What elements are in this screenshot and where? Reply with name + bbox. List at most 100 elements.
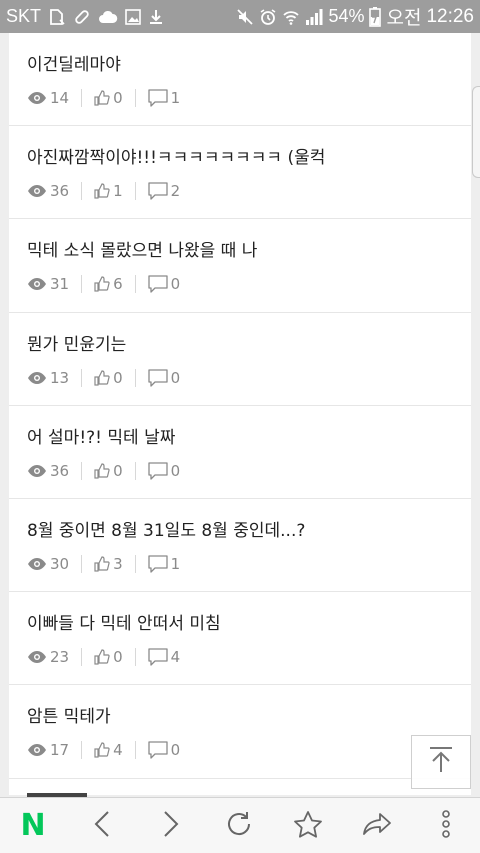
comment-count: 2: [170, 182, 181, 201]
post-item[interactable]: 이건딜레마야 14 0 1: [9, 33, 471, 127]
chevron-left-icon: [94, 810, 110, 842]
carrier-label: SKT: [6, 6, 42, 26]
post-meta: 31 6 0: [27, 274, 453, 294]
alarm-icon: [259, 8, 277, 26]
status-bar: SKT 54% 오전 12:26: [0, 0, 480, 33]
post-item[interactable]: 뭔가 민윤기는 13 0 0: [9, 313, 471, 406]
divider: [81, 368, 83, 387]
view-count: 14: [50, 89, 70, 107]
back-button[interactable]: [77, 798, 127, 853]
comment-count: 1: [170, 554, 181, 573]
more-vertical-icon: [441, 810, 451, 842]
thumbs-up-icon: [94, 556, 110, 572]
divider: [81, 461, 83, 480]
post-title[interactable]: 뭔가 민윤기는: [27, 334, 453, 356]
eye-icon: [27, 464, 47, 478]
battery-percent: 54%: [328, 6, 365, 26]
like-count: 0: [113, 461, 123, 480]
browser-toolbar: N: [0, 797, 480, 853]
divider: [134, 461, 136, 480]
comment-count: 0: [170, 741, 181, 760]
thumbs-up-icon: [94, 649, 110, 665]
time-prefix: 오전: [386, 8, 422, 29]
like-count: 1: [113, 182, 123, 201]
like-count: 0: [113, 368, 123, 387]
divider: [134, 741, 136, 760]
eye-icon: [27, 371, 47, 385]
comment-count: 0: [170, 368, 181, 387]
comment-count: 0: [170, 461, 181, 480]
comment-icon: [147, 89, 168, 107]
divider: [81, 89, 83, 107]
sim-card-icon: [48, 8, 66, 26]
scroll-handle[interactable]: [472, 86, 480, 178]
like-count: 6: [113, 275, 123, 294]
clock-time: 12:26: [426, 5, 474, 27]
divider: [134, 182, 136, 201]
more-menu-button[interactable]: [421, 798, 471, 853]
refresh-icon: [225, 810, 253, 842]
post-meta: 14 0 1: [27, 88, 453, 108]
post-item[interactable]: 암튼 믹테가 17 4 0: [9, 685, 471, 779]
forward-button[interactable]: [146, 798, 196, 853]
post-meta: 36 0 0: [27, 461, 453, 481]
like-count: 4: [113, 741, 123, 760]
like-count: 3: [113, 554, 123, 573]
bookmark-button[interactable]: [283, 798, 333, 853]
post-title[interactable]: 아진짜깜짝이야!!!ㅋㅋㅋㅋㅋㅋㅋㅋ (울컥: [27, 147, 453, 169]
signal-icon: [305, 8, 323, 26]
view-count: 31: [50, 275, 70, 294]
divider: [81, 275, 83, 294]
post-item[interactable]: 이빠들 다 믹테 안떠서 미침 23 0 4: [9, 592, 471, 686]
refresh-button[interactable]: [214, 798, 264, 853]
link-icon: [73, 8, 91, 26]
post-item[interactable]: 믹테 소식 몰랐으면 나왔을 때 나 31 6 0: [9, 219, 471, 313]
post-title[interactable]: 이빠들 다 믹테 안떠서 미침: [27, 613, 453, 635]
comment-icon: [147, 275, 168, 294]
post-title[interactable]: 이건딜레마야: [27, 54, 453, 76]
post-meta: 36 1 2: [27, 181, 453, 201]
post-meta: 17 4 0: [27, 740, 453, 760]
view-count: 36: [50, 461, 70, 480]
comment-icon: [147, 741, 168, 759]
scroll-to-top-button[interactable]: [411, 735, 471, 789]
eye-icon: [27, 650, 47, 664]
post-meta: 23 0 4: [27, 647, 453, 667]
post-item[interactable]: 8월 중이면 8월 31일도 8월 중인데...? 30 3 1: [9, 499, 471, 593]
divider: [134, 554, 136, 573]
download-icon: [148, 9, 164, 25]
eye-icon: [27, 91, 47, 105]
thumbs-up-icon: [94, 369, 110, 386]
view-count: 13: [50, 368, 70, 387]
post-item[interactable]: 어 설마!?! 믹테 날짜 36 0 0: [9, 406, 471, 499]
divider: [134, 368, 136, 387]
comment-count: 4: [170, 648, 181, 667]
naver-home-button[interactable]: N: [8, 798, 58, 853]
comment-icon: [147, 648, 168, 666]
post-meta: 30 3 1: [27, 554, 453, 574]
comment-count: 0: [170, 275, 181, 294]
post-title[interactable]: 믹테 소식 몰랐으면 나왔을 때 나: [27, 240, 453, 262]
divider: [134, 648, 136, 667]
divider: [81, 741, 83, 760]
post-title[interactable]: 어 설마!?! 믹테 날짜: [27, 427, 453, 449]
divider: [81, 182, 83, 201]
battery-charging-icon: [369, 6, 382, 27]
post-title[interactable]: 8월 중이면 8월 31일도 8월 중인데...?: [27, 520, 453, 542]
naver-logo-icon: N: [20, 808, 46, 843]
post-title[interactable]: 암튼 믹테가: [27, 706, 453, 728]
divider: [134, 275, 136, 294]
post-list: 이건딜레마야 14 0 1 아진짜깜짝이야!!!ㅋㅋㅋㅋㅋㅋㅋㅋ (울컥 36 …: [9, 33, 471, 795]
comment-icon: [147, 182, 168, 200]
thumbs-up-icon: [94, 463, 110, 479]
mute-icon: [236, 8, 254, 26]
view-count: 23: [50, 648, 70, 667]
share-button[interactable]: [352, 798, 402, 853]
divider: [134, 89, 136, 107]
eye-icon: [27, 743, 47, 757]
comment-icon: [147, 555, 168, 573]
thumbs-up-icon: [94, 90, 110, 106]
share-arrow-icon: [362, 811, 392, 841]
star-icon: [293, 810, 323, 842]
post-item[interactable]: 아진짜깜짝이야!!!ㅋㅋㅋㅋㅋㅋㅋㅋ (울컥 36 1 2: [9, 126, 471, 220]
